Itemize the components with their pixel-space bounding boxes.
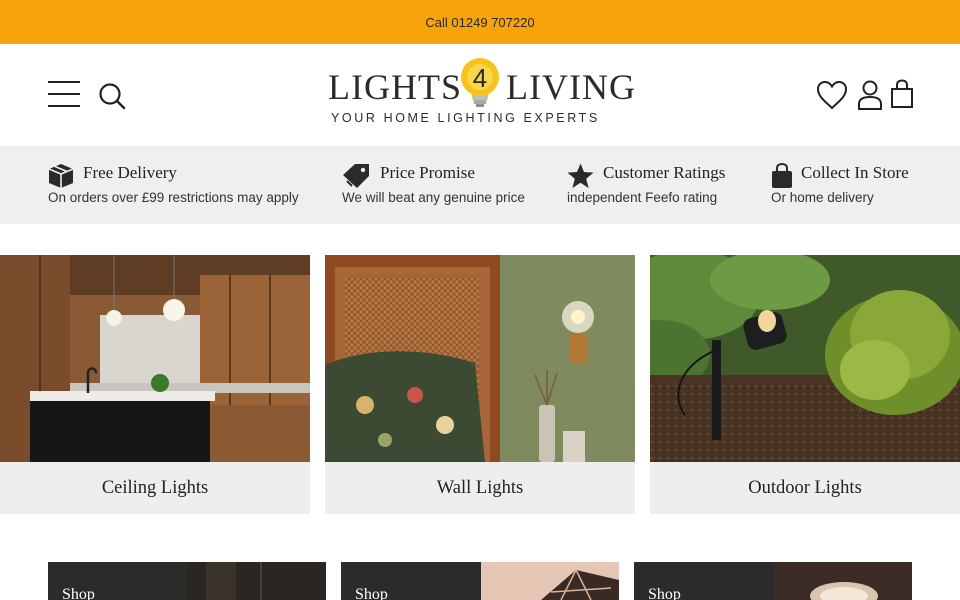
usp-customer-ratings[interactable]: Customer Ratings independent Feefo ratin…	[567, 161, 737, 211]
site-header: LIGHTS 4 LIVING YOUR HOME LIGHTING EXPER…	[0, 44, 960, 146]
category-tile-wall-lights[interactable]: Wall Lights	[325, 255, 635, 514]
phone-link[interactable]: Call 01249 707220	[425, 15, 534, 30]
usp-title: Customer Ratings	[603, 163, 726, 182]
usp-subtitle: Or home delivery	[771, 190, 874, 205]
announcement-bar: Call 01249 707220	[0, 0, 960, 44]
shop-tile-label: Shop	[62, 586, 95, 600]
category-label: Outdoor Lights	[748, 477, 862, 498]
shop-tile-3[interactable]: Shop	[634, 562, 912, 600]
logo-word-left: LIGHTS	[328, 67, 462, 107]
wall-lights-photo	[325, 255, 635, 462]
shop-tile-photo	[186, 562, 326, 600]
usp-subtitle: independent Feefo rating	[567, 190, 718, 205]
shop-tile-2[interactable]: Shop	[341, 562, 619, 600]
shopping-bag-icon	[772, 163, 792, 188]
usp-subtitle: We will beat any genuine price	[342, 190, 525, 205]
category-label: Wall Lights	[436, 477, 524, 498]
usp-bar: Free Delivery On orders over £99 restric…	[0, 146, 960, 224]
box-icon	[48, 164, 74, 188]
user-icon[interactable]	[857, 80, 883, 110]
search-icon[interactable]	[98, 82, 126, 110]
usp-title: Free Delivery	[83, 163, 177, 182]
shop-tile-label: Shop	[355, 586, 388, 600]
ceiling-lights-photo	[0, 255, 310, 462]
shop-tile-label: Shop	[648, 586, 681, 600]
usp-subtitle: On orders over £99 restrictions may appl…	[48, 190, 299, 205]
lightbulb-logo-icon: 4	[461, 58, 499, 107]
shop-tile-1[interactable]: Shop	[48, 562, 326, 600]
usp-title: Price Promise	[380, 163, 475, 182]
category-tile-ceiling-lights[interactable]: Ceiling Lights	[0, 255, 310, 514]
bag-icon[interactable]	[890, 79, 914, 109]
tag-icon	[343, 164, 369, 188]
menu-icon[interactable]	[48, 80, 80, 108]
usp-price-promise[interactable]: Price Promise We will beat any genuine p…	[342, 161, 542, 211]
usp-free-delivery[interactable]: Free Delivery On orders over £99 restric…	[48, 161, 308, 211]
category-label: Ceiling Lights	[101, 477, 209, 498]
usp-collect-in-store[interactable]: Collect In Store Or home delivery	[771, 161, 921, 211]
shop-tile-photo	[774, 562, 912, 600]
logo-tagline: YOUR HOME LIGHTING EXPERTS	[331, 111, 600, 125]
category-tile-outdoor-lights[interactable]: Outdoor Lights	[650, 255, 960, 514]
logo-word-right: LIVING	[506, 67, 636, 107]
usp-title: Collect In Store	[801, 163, 909, 182]
shop-tile-photo	[481, 562, 619, 600]
site-logo[interactable]: LIGHTS 4 LIVING YOUR HOME LIGHTING EXPER…	[328, 57, 635, 129]
outdoor-lights-photo	[650, 255, 960, 462]
logo-bulb-number: 4	[473, 63, 487, 93]
heart-icon[interactable]	[816, 80, 848, 110]
star-icon	[567, 163, 594, 188]
